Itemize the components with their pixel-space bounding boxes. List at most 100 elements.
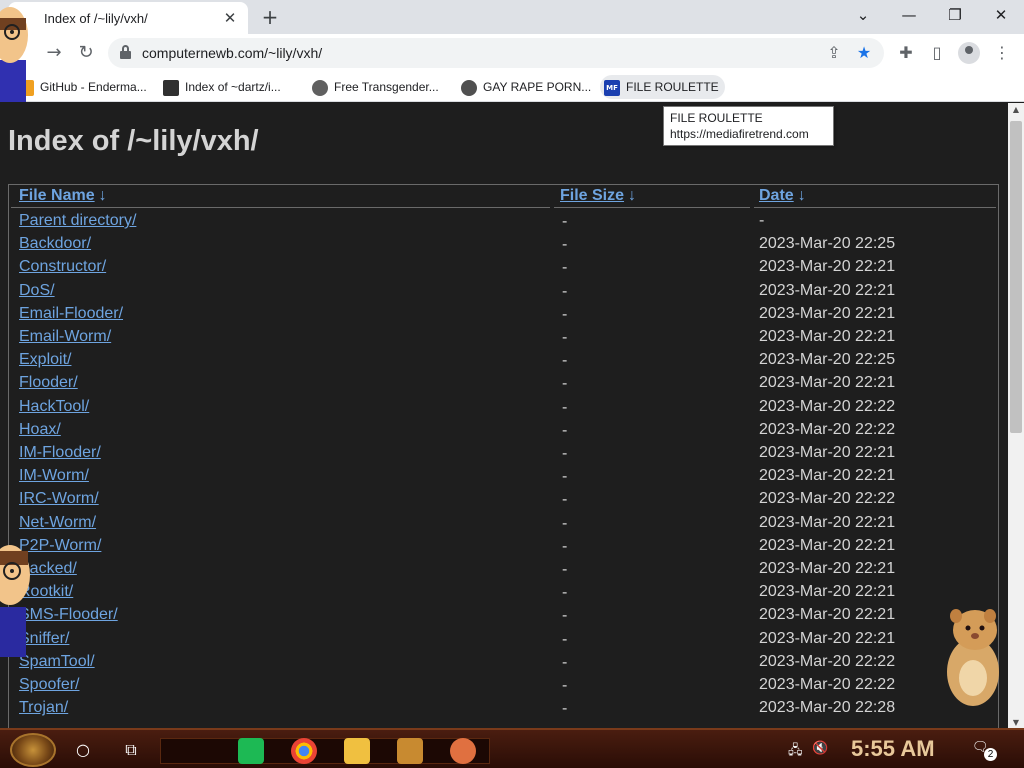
menu-icon[interactable]: ⋮ [991, 42, 1013, 64]
file-size-cell: - [562, 213, 568, 230]
bookmark-free[interactable]: Free Transgender... [312, 75, 439, 99]
extensions-icon[interactable]: ✚ [895, 42, 917, 64]
hamster-overlay [947, 609, 999, 706]
task-view-icon[interactable]: ⧉ [120, 739, 142, 761]
directory-link[interactable]: Net-Worm/ [19, 514, 96, 532]
table-row: Trojan/ - 2023-Mar-20 22:28 [9, 699, 998, 722]
bookmark-file-roulette[interactable]: MF FILE ROULETTE [600, 75, 725, 99]
directory-link[interactable]: HackTool/ [19, 398, 89, 416]
bookmark-gay[interactable]: GAY RAPE PORN... [461, 75, 591, 99]
network-icon[interactable]: 🖧 [788, 741, 803, 763]
date-cell: 2023-Mar-20 22:22 [759, 652, 896, 670]
scroll-up-icon[interactable]: ▲ [1008, 103, 1024, 117]
taskbar-clock[interactable]: 5:55 AM [851, 736, 935, 762]
speaker-muted-icon[interactable]: 🔇 [812, 741, 828, 756]
date-cell: 2023-Mar-20 22:21 [759, 281, 896, 299]
file-size-cell: - [562, 537, 568, 555]
user-app-icon[interactable] [450, 738, 476, 764]
directory-link[interactable]: Exploit/ [19, 351, 71, 369]
date-cell: 2023-Mar-20 22:25 [759, 235, 896, 253]
column-label: Date [759, 187, 794, 204]
file-size-cell: - [562, 305, 568, 323]
date-cell: 2023-Mar-20 22:21 [759, 374, 896, 392]
chrome-icon[interactable] [291, 738, 317, 764]
file-size-cell: - [562, 700, 568, 718]
directory-link[interactable]: Hoax/ [19, 421, 61, 439]
directory-link[interactable]: Backdoor/ [19, 235, 91, 253]
table-row: IM-Flooder/ - 2023-Mar-20 22:21 [9, 444, 998, 467]
sort-arrow-icon[interactable]: ↓ [99, 187, 107, 205]
table-row: Email-Flooder/ - 2023-Mar-20 22:21 [9, 305, 998, 328]
table-row: Packed/-2023-Mar-20 22:21 [9, 560, 998, 583]
table-row: Email-Worm/ - 2023-Mar-20 22:21 [9, 328, 998, 351]
bookmark-tooltip: FILE ROULETTE https://mediafiretrend.com [663, 106, 834, 146]
tab-search-icon[interactable]: ⌄ [848, 4, 878, 26]
table-row: Hoax/ - 2023-Mar-20 22:22 [9, 421, 998, 444]
profile-avatar[interactable] [958, 42, 980, 64]
directory-link[interactable]: Constructor/ [19, 258, 106, 276]
parent-directory-link[interactable]: Parent directory/ [19, 212, 136, 230]
tooltip-title: FILE ROULETTE [670, 111, 763, 125]
column-header-file-name[interactable]: File Name ↓ [19, 187, 107, 205]
tab-active[interactable]: Index of /~lily/vxh/ ✕ [8, 2, 248, 34]
file-size-cell: - [562, 445, 568, 462]
directory-link[interactable]: Trojan/ [19, 699, 68, 717]
column-label: File Name [19, 187, 95, 204]
header-divider [554, 207, 750, 208]
directory-link[interactable]: Spoofer/ [19, 676, 79, 694]
file-explorer-icon[interactable] [344, 738, 370, 764]
start-button[interactable] [10, 733, 56, 767]
close-tab-icon[interactable]: ✕ [220, 8, 240, 28]
directory-link[interactable]: Flooder/ [19, 374, 78, 392]
forward-icon[interactable]: → [42, 41, 66, 65]
bookmark-label: GAY RAPE PORN... [483, 80, 592, 94]
bookmarks-bar: GitHub - Enderma... Index of ~dartz/i...… [0, 72, 1024, 102]
game-app-icon[interactable] [397, 738, 423, 764]
date-cell: 2023-Mar-20 22:21 [759, 304, 896, 322]
file-size-cell: - [562, 607, 568, 625]
scroll-thumb[interactable] [1010, 121, 1022, 433]
address-bar[interactable]: computernewb.com/~lily/vxh/ ⇪ ★ [108, 38, 884, 68]
file-size-cell: - [562, 375, 568, 393]
bookmark-label: FILE ROULETTE [626, 80, 719, 94]
directory-link[interactable]: Email-Worm/ [19, 328, 111, 346]
mask-favicon-icon [312, 79, 328, 96]
sort-arrow-icon[interactable]: ↓ [798, 187, 806, 205]
date-cell: 2023-Mar-20 22:22 [759, 420, 896, 438]
table-row: Exploit/ - 2023-Mar-20 22:25 [9, 351, 998, 374]
date-cell: 2023-Mar-20 22:21 [759, 629, 896, 647]
directory-link[interactable]: IM-Worm/ [19, 467, 89, 485]
directory-link[interactable]: IRC-Worm/ [19, 490, 99, 508]
url-text[interactable]: computernewb.com/~lily/vxh/ [142, 45, 322, 61]
date-cell: 2023-Mar-20 22:21 [759, 467, 896, 485]
file-size-cell: - [562, 561, 568, 578]
restore-button[interactable]: ❐ [940, 4, 970, 26]
sort-arrow-icon[interactable]: ↓ [628, 187, 636, 205]
table-row: DoS/ - 2023-Mar-20 22:21 [9, 282, 998, 305]
bookmark-star-icon[interactable]: ★ [854, 43, 874, 63]
directory-link[interactable]: Email-Flooder/ [19, 305, 123, 323]
bookmark-index-dartz[interactable]: Index of ~dartz/i... [163, 75, 281, 99]
reload-icon[interactable]: ↻ [74, 41, 98, 65]
spotify-icon[interactable] [238, 738, 264, 764]
bookmark-label: GitHub - Enderma... [40, 80, 147, 94]
directory-link[interactable]: DoS/ [19, 282, 55, 300]
page-scrollbar[interactable]: ▲ ▼ [1008, 103, 1024, 730]
search-icon[interactable]: ○ [72, 739, 94, 761]
directory-link[interactable]: IM-Flooder/ [19, 444, 101, 462]
table-row: IRC-Worm/ - 2023-Mar-20 22:22 [9, 490, 998, 513]
lock-icon[interactable] [120, 45, 131, 59]
new-tab-button[interactable]: + [258, 5, 282, 29]
date-cell: 2023-Mar-20 22:21 [759, 583, 896, 601]
date-cell: 2023-Mar-20 22:21 [759, 606, 896, 624]
side-panel-icon[interactable]: ▯ [926, 42, 948, 64]
bookmark-github[interactable]: GitHub - Enderma... [18, 75, 147, 99]
minimize-button[interactable]: — [894, 4, 924, 26]
share-icon[interactable]: ⇪ [824, 43, 844, 63]
file-size-cell: - [562, 421, 568, 439]
cartoon-character-bottom [0, 545, 30, 657]
column-header-date[interactable]: Date ↓ [759, 187, 806, 205]
globe-favicon-icon [461, 79, 477, 96]
column-header-file-size[interactable]: File Size ↓ [560, 187, 636, 205]
close-window-button[interactable]: ✕ [986, 4, 1016, 26]
